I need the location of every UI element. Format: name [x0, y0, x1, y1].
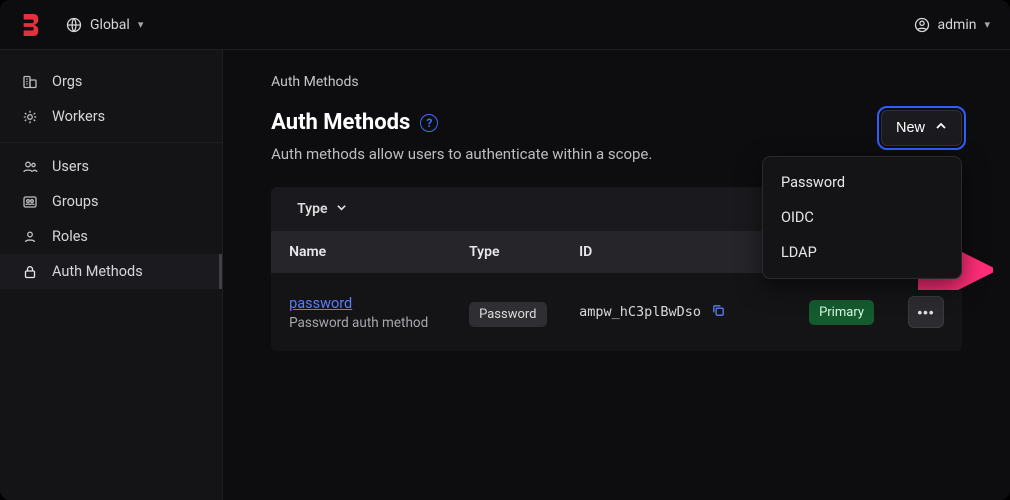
auth-method-link[interactable]: password	[289, 295, 352, 312]
primary-badge: Primary	[809, 300, 874, 325]
help-icon[interactable]: ?	[420, 114, 438, 132]
main-content: Auth Methods Auth Methods ? Auth methods…	[223, 50, 1010, 500]
chevron-down-icon	[336, 201, 347, 217]
sidebar-separator	[0, 142, 222, 143]
sidebar-item-label: Users	[52, 158, 89, 175]
users-icon	[22, 159, 38, 175]
auth-method-subtitle: Password auth method	[289, 315, 469, 331]
th-name: Name	[289, 244, 469, 260]
scope-label: Global	[90, 17, 130, 33]
page-header: Auth Methods ? Auth methods allow users …	[271, 110, 962, 163]
auth-method-id: ampw_hC3plBwDso	[579, 304, 701, 320]
new-button-wrap: New Password OIDC LDAP	[881, 110, 962, 146]
chevron-up-icon	[935, 120, 947, 136]
app-window: Global ▾ admin ▾	[0, 0, 1010, 500]
dropdown-item-ldap[interactable]: LDAP	[763, 235, 961, 270]
sidebar-item-users[interactable]: Users	[0, 149, 222, 184]
roles-icon	[22, 229, 38, 245]
th-type: Type	[469, 244, 579, 260]
cell-type: Password	[469, 303, 579, 322]
cell-status: Primary	[809, 300, 874, 325]
sidebar-group-iam: Users Groups	[0, 149, 222, 295]
sidebar-group-scope: Orgs Workers	[0, 64, 222, 140]
page-title-text: Auth Methods	[271, 110, 410, 135]
scope-switcher[interactable]: Global ▾	[66, 17, 143, 33]
lock-icon	[22, 264, 38, 280]
chevron-down-icon: ▾	[984, 18, 990, 31]
cell-id: ampw_hC3plBwDso	[579, 303, 809, 322]
sidebar-item-label: Groups	[52, 193, 99, 210]
dropdown-item-oidc[interactable]: OIDC	[763, 200, 961, 235]
body: Orgs Workers	[0, 50, 1010, 500]
cell-name: password Password auth method	[289, 293, 469, 331]
filter-label: Type	[297, 201, 327, 217]
product-logo	[20, 13, 42, 37]
dropdown-item-password[interactable]: Password	[763, 165, 961, 200]
table-row: password Password auth method Password a…	[271, 273, 962, 351]
user-label: admin	[938, 17, 977, 33]
sidebar-item-workers[interactable]: Workers	[0, 99, 222, 134]
row-actions-button[interactable]: •••	[908, 296, 944, 328]
page-title: Auth Methods ?	[271, 110, 652, 135]
user-circle-icon	[914, 17, 930, 33]
topbar-left: Global ▾	[20, 13, 143, 37]
sidebar-item-label: Auth Methods	[52, 263, 143, 280]
page-description: Auth methods allow users to authenticate…	[271, 145, 652, 163]
breadcrumb: Auth Methods	[271, 74, 962, 90]
org-icon	[22, 74, 38, 90]
cell-actions: •••	[874, 296, 944, 328]
new-button[interactable]: New	[881, 110, 962, 146]
type-badge: Password	[469, 302, 546, 327]
copy-icon[interactable]	[711, 303, 726, 322]
new-dropdown: Password OIDC LDAP	[762, 156, 962, 279]
globe-icon	[66, 17, 82, 33]
chevron-down-icon: ▾	[138, 18, 144, 31]
sidebar-item-label: Workers	[52, 108, 105, 125]
sidebar-item-label: Roles	[52, 228, 88, 245]
sidebar-item-roles[interactable]: Roles	[0, 219, 222, 254]
topbar: Global ▾ admin ▾	[0, 0, 1010, 50]
sidebar-item-orgs[interactable]: Orgs	[0, 64, 222, 99]
sidebar-item-groups[interactable]: Groups	[0, 184, 222, 219]
sidebar-item-label: Orgs	[52, 73, 82, 90]
gear-icon	[22, 109, 38, 125]
groups-icon	[22, 194, 38, 210]
title-wrap: Auth Methods ? Auth methods allow users …	[271, 110, 652, 163]
new-button-label: New	[896, 120, 925, 136]
user-menu[interactable]: admin ▾	[914, 17, 990, 33]
sidebar: Orgs Workers	[0, 50, 223, 500]
sidebar-item-auth-methods[interactable]: Auth Methods	[0, 254, 222, 289]
